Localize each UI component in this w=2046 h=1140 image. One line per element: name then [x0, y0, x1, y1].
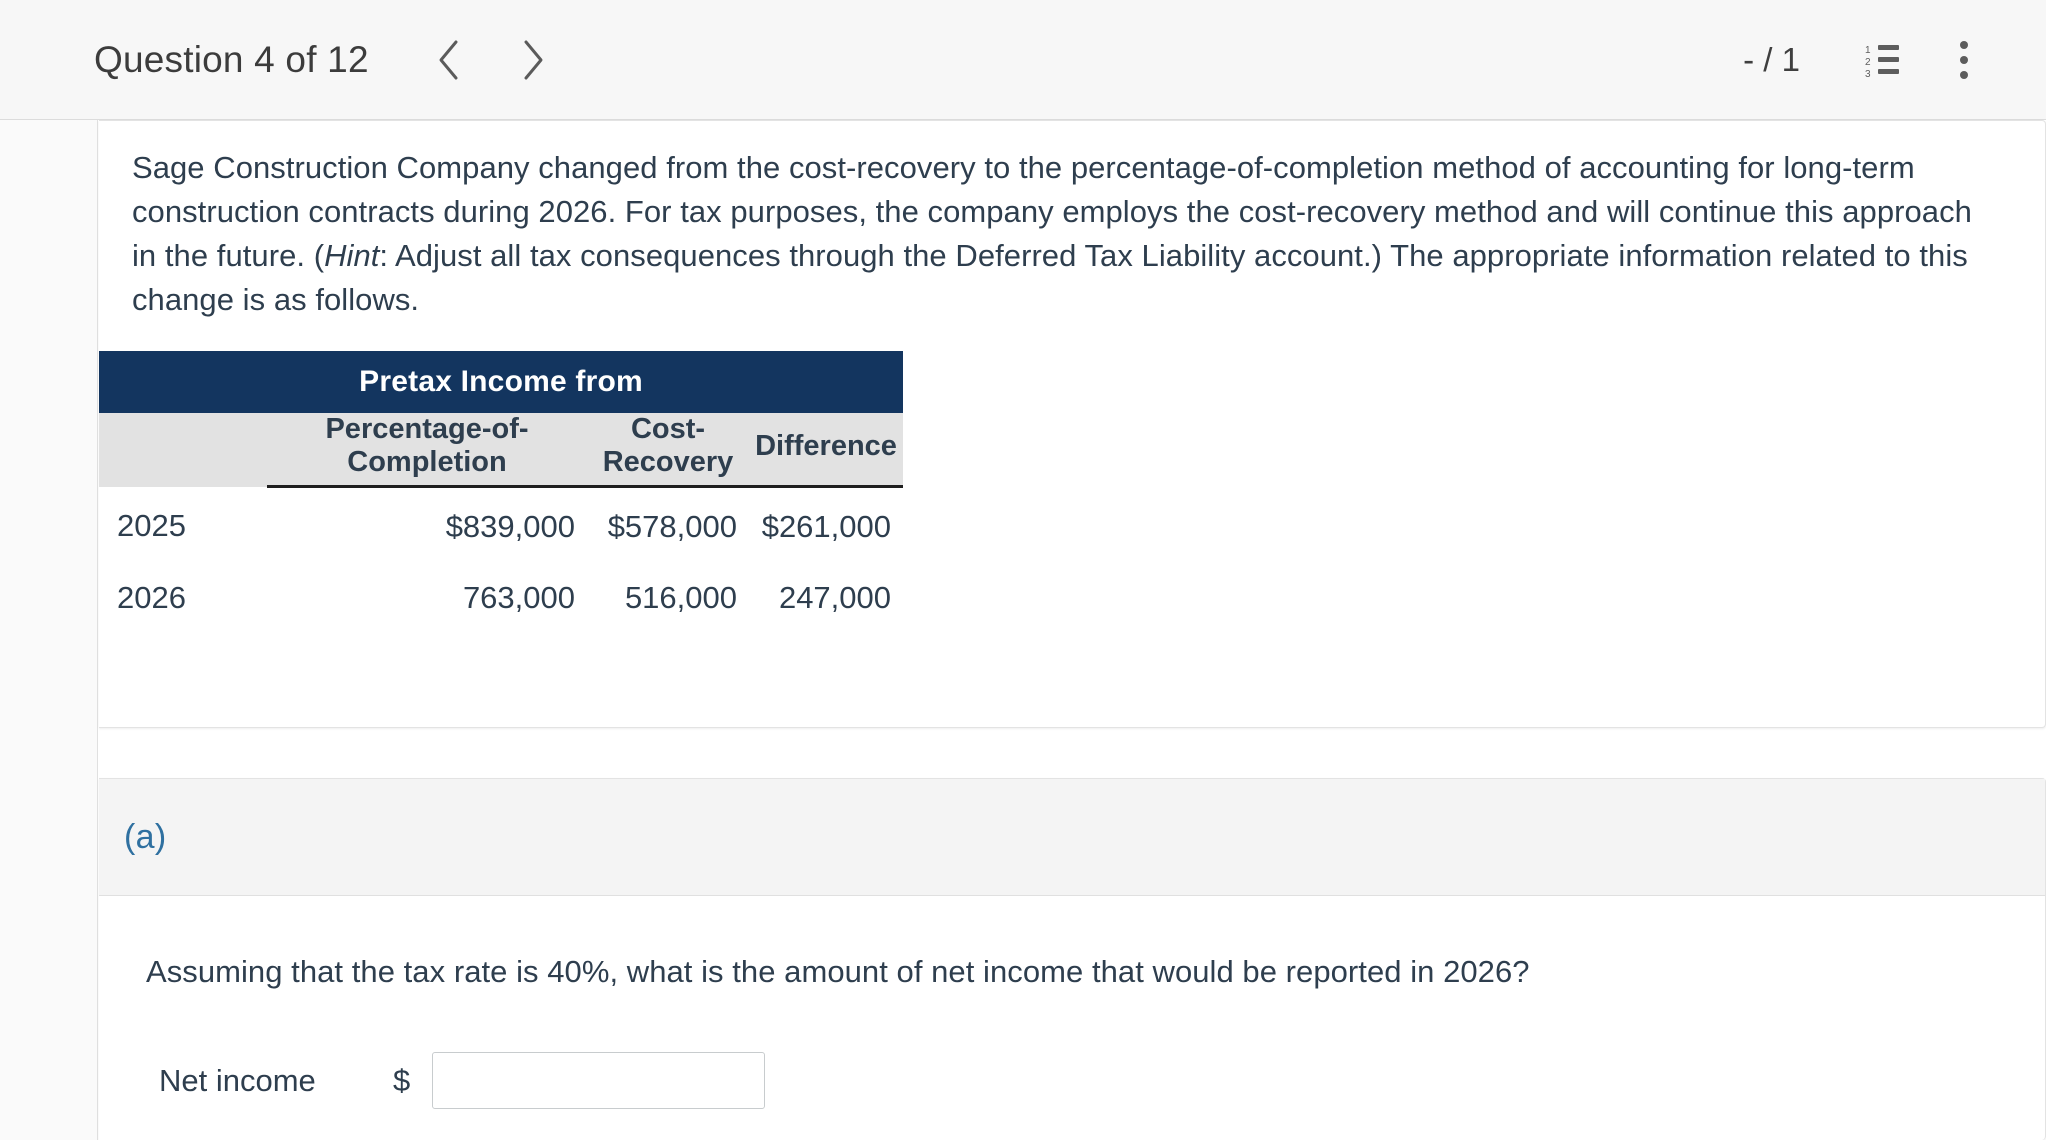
cell-year-2026: 2026 — [117, 580, 186, 615]
toolbar-right-group: - / 1 1 2 3 — [1743, 34, 2046, 86]
cell-difference-2026: 247,000 — [778, 580, 892, 615]
chevron-right-icon — [520, 39, 546, 81]
kebab-menu-icon — [1960, 40, 1968, 79]
part-a-card: (a) Assuming that the tax rate is 40%, w… — [99, 778, 2046, 1140]
table-banner-row: Pretax Income from — [99, 351, 904, 413]
net-income-input[interactable] — [432, 1052, 766, 1110]
question-paragraph: Sage Construction Company changed from t… — [99, 121, 2045, 322]
table-header-row: Percentage-of-Completion Cost-Recovery D… — [99, 413, 904, 488]
cell-year-2025: 2025 — [117, 508, 186, 544]
numbered-list-digit-1: 1 — [1865, 44, 1871, 56]
question-list-button[interactable]: 1 2 3 — [1856, 34, 1908, 86]
toolbar-left-group: Question 4 of 12 — [0, 32, 561, 88]
cell-difference-2025: $261,000 — [761, 509, 892, 544]
left-gutter — [0, 120, 98, 1140]
part-a-letter: (a) — [124, 817, 167, 856]
top-toolbar: Question 4 of 12 - / 1 1 2 3 — [0, 0, 2046, 120]
part-a-header: (a) — [99, 779, 2045, 896]
cell-cost-recovery-2026: 516,000 — [624, 580, 737, 615]
question-nav-group — [421, 32, 561, 88]
numbered-list-digit-2: 2 — [1865, 56, 1871, 68]
page-indicator: - / 1 — [1743, 40, 1800, 78]
more-options-button[interactable] — [1938, 34, 1990, 86]
numbered-list-digit-3: 3 — [1865, 68, 1871, 80]
next-question-button[interactable] — [505, 32, 561, 88]
column-header-cost-recovery: Cost-Recovery — [587, 413, 749, 488]
hint-emphasis: Hint — [324, 238, 380, 274]
pretax-income-table-wrapper: Pretax Income from Percentage-of-Complet… — [99, 351, 904, 637]
column-header-year — [99, 413, 267, 487]
question-card: Sage Construction Company changed from t… — [99, 120, 2046, 728]
net-income-answer-row: Net income $ — [146, 1052, 2045, 1110]
table-banner-label: Pretax Income from — [99, 351, 904, 413]
previous-question-button[interactable] — [421, 32, 477, 88]
chevron-left-icon — [436, 39, 462, 81]
pretax-income-table: Pretax Income from Percentage-of-Complet… — [99, 351, 904, 637]
numbered-list-icon: 1 2 3 — [1865, 44, 1899, 79]
part-a-question-text: Assuming that the tax rate is 40%, what … — [146, 954, 1530, 989]
page-body: Sage Construction Company changed from t… — [0, 120, 2046, 1140]
table-row: 2026 763,000 516,000 247,000 — [99, 566, 903, 637]
net-income-label: Net income — [159, 1062, 316, 1098]
column-header-difference: Difference — [749, 413, 904, 488]
column-header-percentage-of-completion: Percentage-of-Completion — [267, 413, 587, 488]
cell-poc-2025: $839,000 — [445, 509, 575, 544]
cell-cost-recovery-2025: $578,000 — [607, 509, 737, 544]
page-title: Question 4 of 12 — [94, 38, 369, 80]
part-a-body: Assuming that the tax rate is 40%, what … — [99, 896, 2045, 1110]
cell-poc-2026: 763,000 — [462, 580, 575, 615]
question-text-part2: : Adjust all tax consequences through th… — [132, 238, 1968, 318]
currency-symbol: $ — [393, 1062, 411, 1098]
table-row: 2025 $839,000 $578,000 $261,000 — [99, 487, 903, 567]
